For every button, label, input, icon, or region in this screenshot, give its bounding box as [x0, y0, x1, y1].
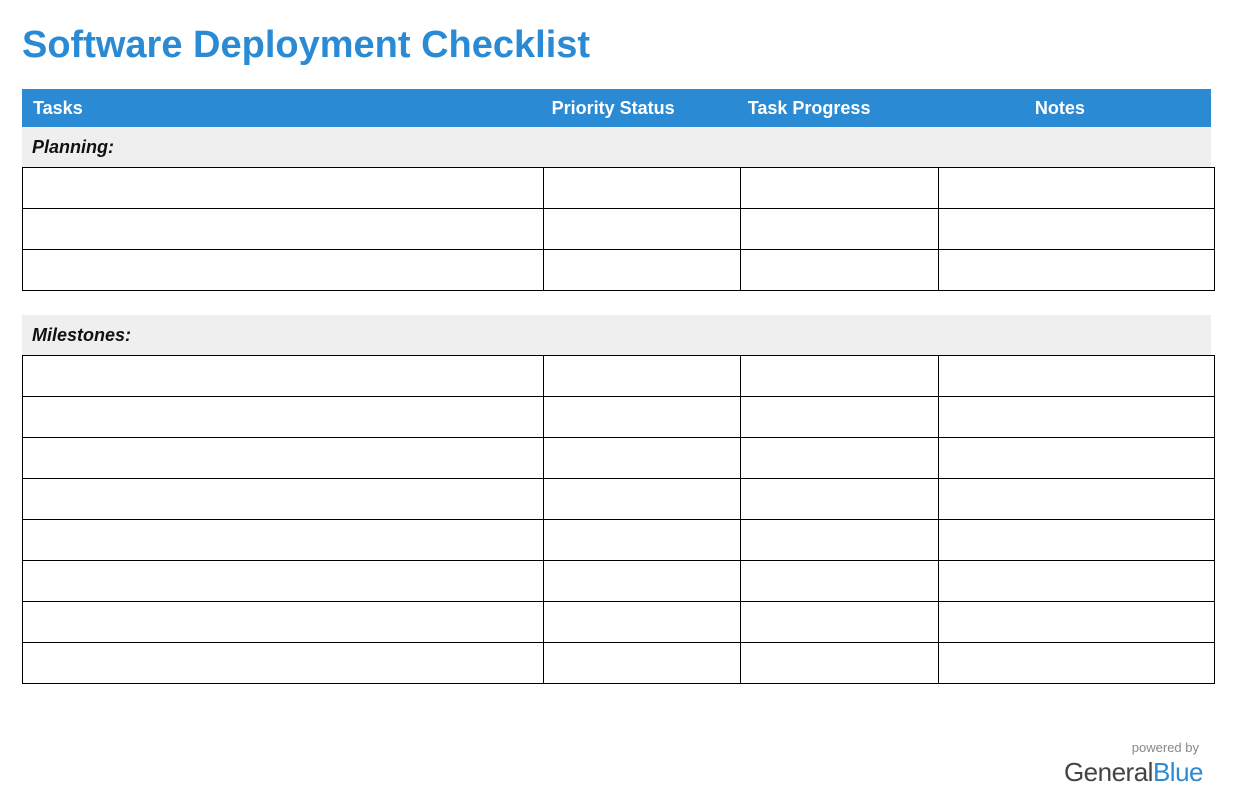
cell-priority[interactable]: [544, 479, 741, 520]
brand-part2: Blue: [1153, 757, 1203, 787]
cell-tasks[interactable]: [23, 356, 544, 397]
cell-progress[interactable]: [741, 356, 939, 397]
cell-progress[interactable]: [741, 438, 939, 479]
cell-tasks[interactable]: [23, 602, 544, 643]
cell-priority[interactable]: [544, 561, 741, 602]
col-header-priority: Priority Status: [542, 98, 738, 119]
table-row: [23, 250, 1215, 291]
brand-logo: GeneralBlue: [1064, 757, 1203, 788]
cell-progress[interactable]: [741, 561, 939, 602]
table-row: [23, 479, 1215, 520]
table-row: [23, 602, 1215, 643]
col-header-progress: Task Progress: [738, 98, 935, 119]
cell-priority[interactable]: [544, 356, 741, 397]
cell-tasks[interactable]: [23, 561, 544, 602]
cell-progress[interactable]: [741, 168, 939, 209]
cell-progress[interactable]: [741, 643, 939, 684]
cell-progress[interactable]: [741, 479, 939, 520]
page-title: Software Deployment Checklist: [22, 24, 1211, 67]
cell-progress[interactable]: [741, 520, 939, 561]
cell-priority[interactable]: [544, 168, 741, 209]
cell-priority[interactable]: [544, 643, 741, 684]
cell-tasks[interactable]: [23, 250, 544, 291]
table-row: [23, 561, 1215, 602]
cell-notes[interactable]: [939, 479, 1215, 520]
table-row: [23, 438, 1215, 479]
cell-priority[interactable]: [544, 250, 741, 291]
cell-notes[interactable]: [939, 168, 1215, 209]
cell-priority[interactable]: [544, 209, 741, 250]
cell-notes[interactable]: [939, 561, 1215, 602]
cell-notes[interactable]: [939, 397, 1215, 438]
milestones-table: [22, 355, 1215, 684]
cell-notes[interactable]: [939, 602, 1215, 643]
section-label-planning: Planning:: [22, 127, 1211, 167]
cell-priority[interactable]: [544, 438, 741, 479]
cell-tasks[interactable]: [23, 520, 544, 561]
cell-notes[interactable]: [939, 438, 1215, 479]
cell-priority[interactable]: [544, 397, 741, 438]
table-header: Tasks Priority Status Task Progress Note…: [22, 89, 1211, 127]
cell-notes[interactable]: [939, 356, 1215, 397]
section-label-milestones: Milestones:: [22, 315, 1211, 355]
cell-notes[interactable]: [939, 520, 1215, 561]
cell-tasks[interactable]: [23, 438, 544, 479]
cell-notes[interactable]: [939, 209, 1215, 250]
cell-tasks[interactable]: [23, 168, 544, 209]
cell-tasks[interactable]: [23, 397, 544, 438]
powered-by-label: powered by: [1064, 740, 1203, 755]
cell-progress[interactable]: [741, 209, 939, 250]
cell-priority[interactable]: [544, 602, 741, 643]
table-row: [23, 520, 1215, 561]
table-row: [23, 168, 1215, 209]
table-row: [23, 209, 1215, 250]
cell-progress[interactable]: [741, 397, 939, 438]
cell-progress[interactable]: [741, 602, 939, 643]
table-row: [23, 356, 1215, 397]
cell-tasks[interactable]: [23, 643, 544, 684]
footer: powered by GeneralBlue: [1064, 740, 1203, 788]
col-header-notes: Notes: [935, 98, 1210, 119]
cell-tasks[interactable]: [23, 479, 544, 520]
cell-notes[interactable]: [939, 250, 1215, 291]
cell-tasks[interactable]: [23, 209, 544, 250]
planning-table: [22, 167, 1215, 291]
table-row: [23, 643, 1215, 684]
brand-part1: General: [1064, 757, 1153, 787]
cell-priority[interactable]: [544, 520, 741, 561]
cell-notes[interactable]: [939, 643, 1215, 684]
cell-progress[interactable]: [741, 250, 939, 291]
table-row: [23, 397, 1215, 438]
col-header-tasks: Tasks: [23, 98, 542, 119]
